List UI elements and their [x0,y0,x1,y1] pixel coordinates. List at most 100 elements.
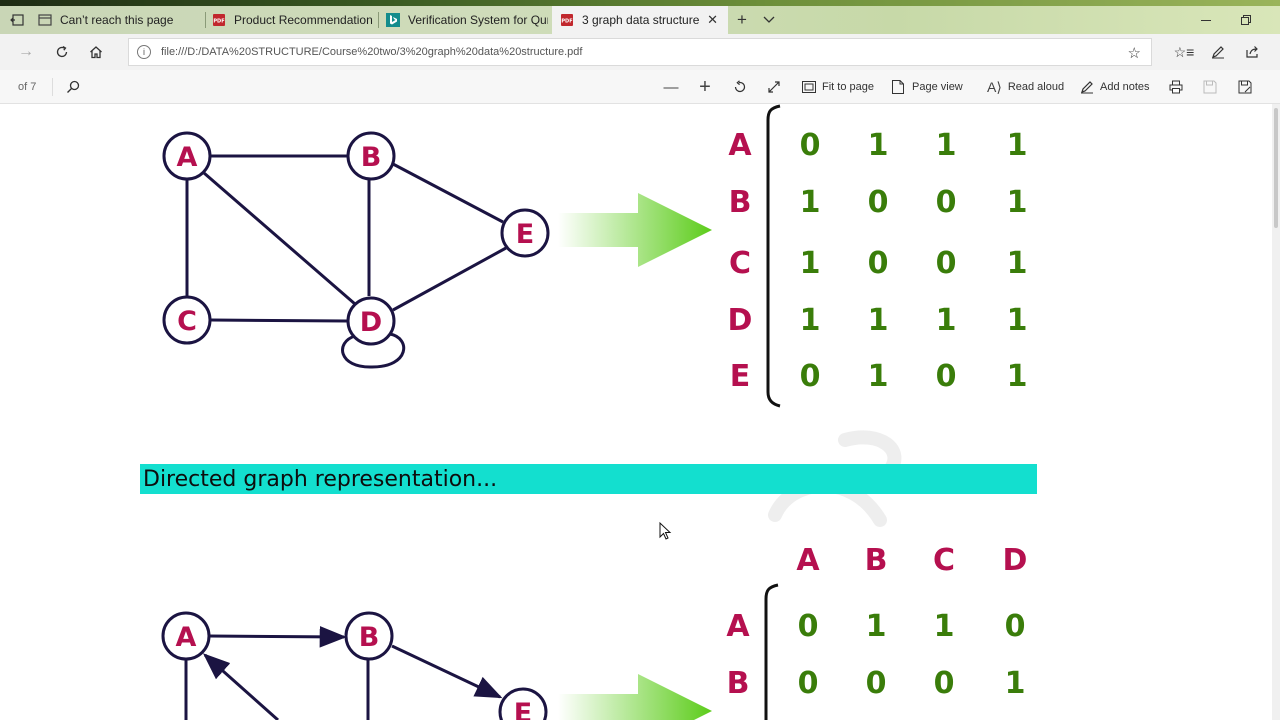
column-label: C [933,543,955,578]
matrix-cells: 0 1 1 0 0 0 0 1 [798,609,1026,701]
minimize-button[interactable] [1196,6,1216,34]
set-aside-tabs-icon [10,14,24,26]
save-as-button[interactable] [1236,78,1254,96]
matrix-cell: 1 [936,128,957,163]
tab-title: Can’t reach this page [60,13,174,27]
row-label: A [728,128,752,163]
share-button[interactable] [1238,40,1266,64]
matrix-row-labels: A B C D E [728,128,753,394]
tab-list-button[interactable] [760,6,778,34]
graph-edge [391,644,503,699]
graph-edge [392,162,504,224]
graph-node: C [162,295,212,345]
favorite-star-icon[interactable]: ☆ [1128,44,1141,62]
zoom-out-button[interactable]: — [662,78,680,96]
tab-title: Verification System for Qura [408,13,548,27]
refresh-icon [56,45,68,58]
fit-to-page-button[interactable]: Fit to page [802,70,874,104]
rotate-button[interactable] [731,78,749,96]
node-label: E [516,219,534,250]
graph-node: E [500,208,550,258]
tab-graph-data-structure[interactable]: PDF 3 graph data structure.p ✕ [552,6,728,34]
graph-edge [208,626,347,648]
matrix-cell: 1 [1007,359,1028,394]
matrix-cell: 0 [868,185,889,220]
tab-title: 3 graph data structure.p [582,13,700,27]
graph-edge [202,653,279,720]
fit-to-page-label: Fit to page [822,81,874,93]
graph-edge [210,318,348,323]
matrix-cells: 0 1 1 1 1 0 0 1 1 0 0 1 1 1 1 1 0 1 0 1 [800,128,1028,394]
web-note-button[interactable] [1204,40,1232,64]
pdf-icon: PDF [561,14,573,26]
read-aloud-label: Read aloud [1007,81,1065,93]
read-aloud-icon: A⟩ [987,78,1002,95]
page-count: of 7 [18,70,36,104]
page-view-label: Page view [912,81,963,93]
rotate-icon [734,80,746,93]
matrix-cell: 1 [800,185,821,220]
url-text: file:///D:/DATA%20STRUCTURE/Course%20two… [161,46,583,58]
tab-divider [205,12,206,28]
undirected-graph-nodes: A B C D E [162,131,550,346]
graph-node: A [161,611,211,661]
page-view-icon [892,80,904,94]
row-label: D [728,303,753,338]
search-button[interactable] [64,78,82,96]
favorites-button[interactable]: ☆≡ [1170,40,1198,64]
tab-cant-reach[interactable]: Can’t reach this page [36,6,204,34]
address-field[interactable]: i file:///D:/DATA%20STRUCTURE/Course%20t… [128,38,1152,66]
forward-button[interactable]: → [12,40,40,64]
full-screen-button[interactable] [765,78,783,96]
node-label: C [177,306,197,337]
tab-preview-button[interactable] [6,6,28,34]
column-label: A [796,543,820,578]
matrix-cell: 1 [868,128,889,163]
new-tab-button[interactable]: + [732,6,752,34]
node-label: A [177,142,198,173]
matrix-cell: 1 [800,303,821,338]
section-heading-banner: Directed graph representation... [140,464,1037,494]
refresh-button[interactable] [48,40,76,64]
toolbar-divider [52,78,53,96]
close-tab-icon[interactable]: ✕ [707,12,718,28]
plus-icon: + [737,10,747,29]
arrow-right-icon: → [18,43,34,60]
node-label: A [176,622,197,653]
page-icon [38,14,52,26]
tab-title: Product Recommendation S [234,13,374,27]
minimize-icon [1201,19,1211,21]
graph-node: B [344,611,394,661]
matrix-cell: 0 [936,246,957,281]
restore-icon [1241,15,1251,25]
home-button[interactable] [82,40,110,64]
row-label: A [726,609,750,644]
expand-icon [768,81,780,93]
graph-node: D [346,296,396,346]
pdf-page: A B C D E A B C D E 0 1 1 1 1 0 0 1 1 0 … [0,104,1272,720]
matrix-bracket [764,583,779,720]
home-icon [90,46,102,59]
graph-edge [203,171,356,306]
matrix-cell: 0 [936,185,957,220]
tab-product-recommendation[interactable]: PDF Product Recommendation S [212,6,374,34]
page-graphics: A B C D E A B C D E 0 1 1 1 1 0 0 1 1 0 … [161,104,1028,720]
favorites-list-icon: ☆≡ [1173,43,1195,60]
column-label: D [1003,543,1028,578]
scrollbar-thumb[interactable] [1274,108,1278,228]
print-button[interactable] [1167,78,1185,96]
page-count-text: of 7 [18,81,37,93]
directed-graph [184,626,503,720]
tab-verification-system[interactable]: Verification System for Qura [386,6,548,34]
search-icon [67,80,80,93]
info-icon[interactable]: i [137,45,151,59]
page-view-button[interactable]: Page view [892,70,963,104]
node-label: E [514,698,532,720]
zoom-in-button[interactable]: + [696,76,714,98]
restore-button[interactable] [1236,6,1256,34]
read-aloud-button[interactable]: A⟩ Read aloud [987,70,1064,104]
add-notes-button[interactable]: Add notes [1080,70,1150,104]
matrix-cell: 0 [934,666,955,701]
bing-icon [386,13,400,27]
save-button[interactable] [1201,78,1219,96]
